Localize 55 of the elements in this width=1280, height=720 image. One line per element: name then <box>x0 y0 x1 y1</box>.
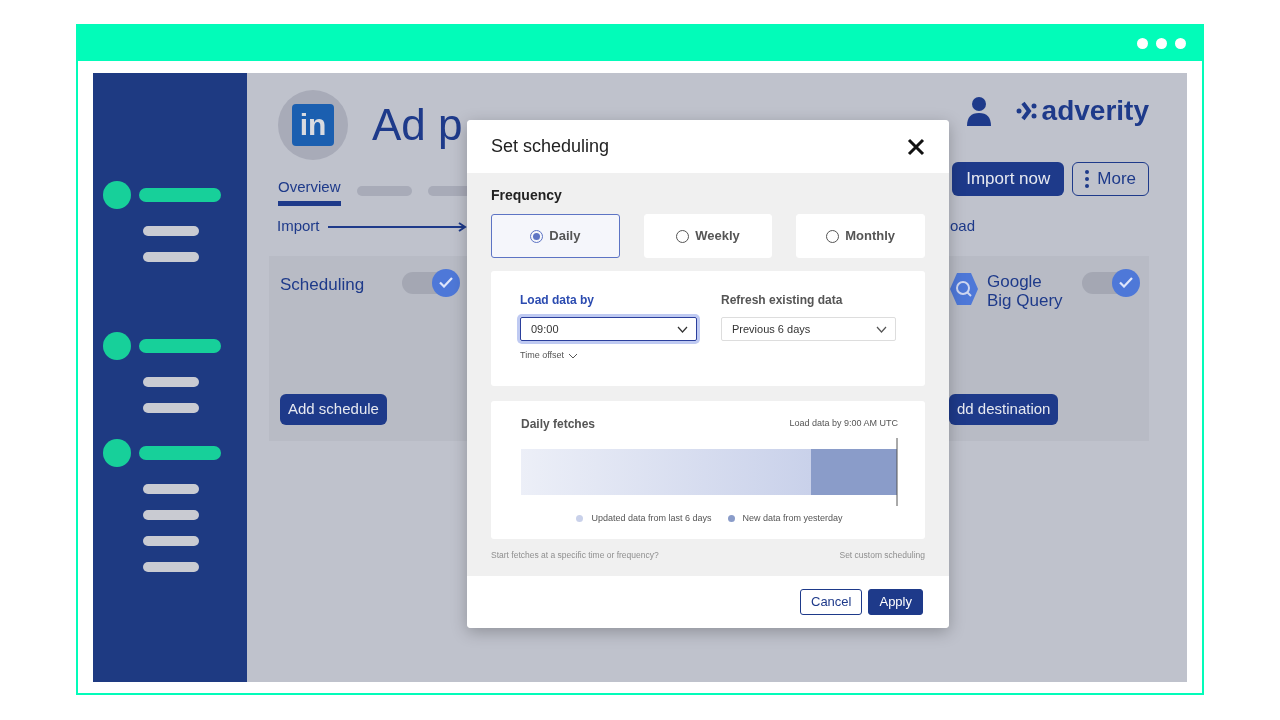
placeholder-bar <box>143 484 199 494</box>
step-label: oad <box>950 216 976 237</box>
step-label: Import <box>277 216 320 237</box>
placeholder-bar <box>143 562 199 572</box>
nav-dot-icon <box>103 332 131 360</box>
placeholder-bar <box>143 377 199 387</box>
card-title: Daily fetches <box>521 416 596 433</box>
chevron-down-icon <box>677 325 688 333</box>
placeholder-bar <box>143 510 199 520</box>
legend-label: Updated data from last 6 days <box>591 512 712 525</box>
page-title: Ad p <box>372 103 463 147</box>
field-label: Load data by <box>520 292 595 309</box>
chevron-down-icon <box>568 352 578 359</box>
close-icon[interactable] <box>907 137 925 156</box>
source-logo: in <box>292 104 334 146</box>
section-label: Frequency <box>491 186 563 205</box>
window-dot-icon <box>1137 38 1148 49</box>
brand-name: adverity <box>1041 94 1149 128</box>
hint-text: Start fetches at a specific time or frequency? <box>491 549 659 562</box>
check-icon <box>439 277 453 288</box>
check-icon <box>1119 277 1133 288</box>
tab[interactable]: Overview <box>278 176 341 206</box>
brand-logo-icon <box>1015 100 1038 122</box>
legend-label: New data from yesterday <box>742 512 843 525</box>
add-destination-button[interactable]: dd destination <box>949 394 1059 425</box>
field-label: Refresh existing data <box>721 292 844 309</box>
more-icon <box>1085 169 1090 188</box>
card-title: Google Big Query <box>987 271 1064 311</box>
dialog-title: Set scheduling <box>491 135 610 158</box>
time-offset-toggle[interactable]: Time offset <box>520 349 697 363</box>
window-dot-icon <box>1156 38 1167 49</box>
add-schedule-button[interactable]: Add schedule <box>280 394 387 425</box>
placeholder-bar <box>143 536 199 546</box>
cancel-button[interactable]: Cancel <box>800 589 863 615</box>
refresh-select[interactable]: Previous 6 days <box>721 317 896 341</box>
frequency-option[interactable]: Monthly <box>796 214 925 258</box>
toggle-switch[interactable] <box>402 271 458 294</box>
placeholder-bar <box>143 252 199 262</box>
placeholder-bar <box>143 226 199 236</box>
user-icon <box>965 96 992 126</box>
nav-dot-icon <box>103 181 131 209</box>
schedule-note: Load data by 9:00 AM UTC <box>789 417 898 431</box>
nav-dot-icon <box>103 439 131 467</box>
card-title: Scheduling <box>280 273 365 296</box>
frequency-option[interactable]: Weekly <box>643 214 773 258</box>
toggle-switch[interactable] <box>1082 271 1138 294</box>
window-dot-icon <box>1175 38 1186 49</box>
database-search-icon <box>949 271 979 306</box>
time-select[interactable]: 09:00 <box>520 317 697 341</box>
frequency-option[interactable]: Daily <box>491 214 620 258</box>
placeholder-bar <box>143 403 199 413</box>
apply-button[interactable]: Apply <box>868 589 923 615</box>
chevron-down-icon <box>876 325 887 333</box>
more-button[interactable]: More <box>1072 162 1149 196</box>
import-now-button[interactable]: Import now <box>952 162 1065 196</box>
